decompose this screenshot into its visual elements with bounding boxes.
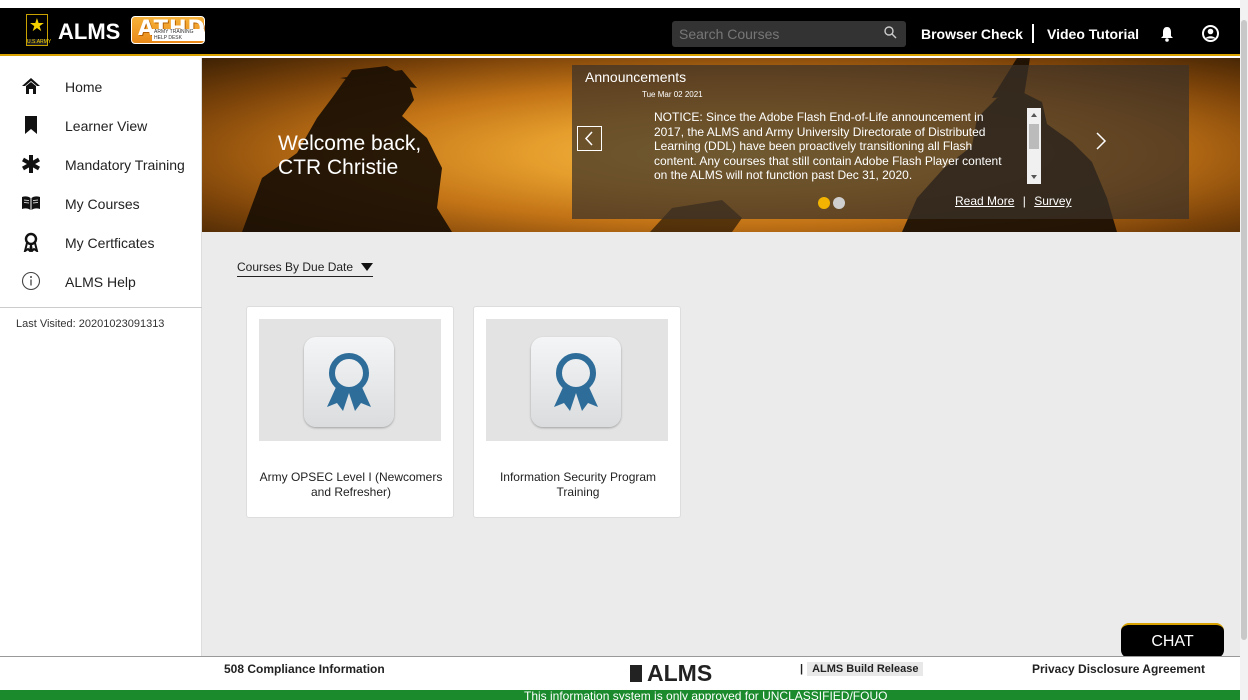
- course-title[interactable]: Army OPSEC Level I (Newcomers and Refres…: [255, 470, 447, 500]
- sidebar-item-learner-view[interactable]: Learner View: [0, 107, 202, 143]
- video-tutorial-link[interactable]: Video Tutorial: [1047, 26, 1139, 42]
- read-more-link[interactable]: Read More: [955, 194, 1014, 208]
- sidebar-divider: [0, 307, 202, 308]
- course-thumbnail: [486, 319, 668, 441]
- asterisk-icon: [21, 154, 41, 174]
- announcements-title: Announcements: [585, 69, 687, 85]
- compliance-link[interactable]: 508 Compliance Information: [224, 662, 385, 676]
- prev-announcement-button[interactable]: [577, 126, 602, 151]
- certificate-ribbon-icon: [304, 337, 394, 427]
- footer-logo-text: ALMS: [647, 660, 713, 686]
- star-icon: ★: [28, 15, 46, 35]
- certificate-ribbon-icon: [531, 337, 621, 427]
- bookmark-icon: [21, 115, 41, 135]
- scroll-up-icon[interactable]: [1027, 110, 1041, 120]
- app-title[interactable]: ALMS: [58, 19, 120, 45]
- athd-logo[interactable]: ATHD ARMY TRAINING HELP DESK: [131, 16, 205, 44]
- army-star-icon: [630, 665, 642, 682]
- page-scrollbar[interactable]: [1240, 0, 1248, 700]
- user-account-icon[interactable]: [1202, 25, 1219, 47]
- classification-banner: This information system is only approved…: [0, 690, 1240, 700]
- header-divider: [1032, 24, 1034, 43]
- announcement-date: Tue Mar 02 2021: [642, 90, 703, 99]
- athd-logo-subtitle: ARMY TRAINING HELP DESK: [152, 29, 204, 41]
- sidebar-item-label: Mandatory Training: [65, 157, 185, 173]
- announcement-links: Read More | Survey: [955, 194, 1072, 208]
- survey-link[interactable]: Survey: [1034, 194, 1071, 208]
- sidebar: Home Learner View Mandatory Training My …: [0, 58, 202, 656]
- sidebar-item-my-certificates[interactable]: My Certficates: [0, 224, 202, 260]
- search-icon[interactable]: [884, 26, 897, 44]
- sidebar-item-home[interactable]: Home: [0, 68, 202, 104]
- last-visited-text: Last Visited: 20201023091313: [16, 318, 165, 330]
- info-icon: [21, 271, 41, 291]
- browser-check-link[interactable]: Browser Check: [921, 26, 1023, 42]
- carousel-dot[interactable]: [833, 197, 845, 209]
- caret-down-icon: [361, 263, 374, 271]
- sort-dropdown[interactable]: Courses By Due Date: [237, 260, 374, 277]
- classification-text: This information system is only approved…: [524, 690, 888, 700]
- search-input[interactable]: [679, 21, 879, 47]
- privacy-link[interactable]: Privacy Disclosure Agreement: [1032, 662, 1205, 676]
- course-title[interactable]: Information Security Program Training: [482, 470, 674, 500]
- footer-logo: ALMS: [630, 660, 712, 687]
- sidebar-item-my-courses[interactable]: My Courses: [0, 185, 202, 221]
- course-card[interactable]: Information Security Program Training: [473, 306, 681, 518]
- scroll-thumb[interactable]: [1029, 124, 1039, 149]
- footer: 508 Compliance Information ALMS | ALMS Bu…: [0, 656, 1248, 690]
- announcement-scrollbar[interactable]: [1027, 108, 1041, 184]
- user-name: CTR Christie: [278, 156, 399, 179]
- search-box: [672, 21, 906, 47]
- chat-button[interactable]: CHAT: [1121, 623, 1224, 658]
- open-book-icon: [21, 193, 41, 213]
- scroll-down-icon[interactable]: [1027, 172, 1041, 182]
- carousel-dot-active[interactable]: [818, 197, 830, 209]
- chevron-left-icon: [584, 131, 593, 146]
- announcement-text: NOTICE: Since the Adobe Flash End-of-Lif…: [654, 110, 1002, 182]
- army-logo-text: U.S.ARMY: [27, 39, 52, 45]
- build-separator: |: [800, 663, 804, 675]
- sidebar-item-label: ALMS Help: [65, 274, 136, 290]
- build-release-label[interactable]: ALMS Build Release: [807, 662, 924, 676]
- chevron-right-icon: [1096, 132, 1107, 150]
- main-content: Welcome back, CTR Christie Announcements…: [202, 58, 1242, 656]
- army-star-logo[interactable]: ★ U.S.ARMY: [26, 14, 52, 46]
- page-scroll-thumb[interactable]: [1241, 20, 1247, 640]
- sidebar-item-mandatory-training[interactable]: Mandatory Training: [0, 146, 202, 182]
- page-top-margin: [0, 0, 1248, 8]
- sidebar-item-label: My Certficates: [65, 235, 155, 251]
- sort-dropdown-label: Courses By Due Date: [237, 260, 354, 274]
- sidebar-item-label: Home: [65, 79, 103, 95]
- sidebar-item-label: Learner View: [65, 118, 148, 134]
- next-announcement-button[interactable]: [1094, 130, 1108, 157]
- link-separator: |: [1022, 194, 1026, 208]
- carousel-dots: [818, 196, 848, 214]
- home-icon: [21, 76, 41, 96]
- welcome-message: Welcome back, CTR Christie: [278, 132, 421, 180]
- course-thumbnail: [259, 319, 441, 441]
- build-release: | ALMS Build Release: [800, 662, 924, 676]
- sidebar-item-alms-help[interactable]: ALMS Help: [0, 263, 202, 299]
- course-card[interactable]: Army OPSEC Level I (Newcomers and Refres…: [246, 306, 454, 518]
- welcome-line-1: Welcome back,: [278, 132, 422, 155]
- sidebar-item-label: My Courses: [65, 196, 140, 212]
- hero-banner: Welcome back, CTR Christie Announcements…: [202, 58, 1242, 232]
- announcements-panel: Announcements Tue Mar 02 2021 NOTICE: Si…: [572, 65, 1189, 219]
- top-navbar: ★ U.S.ARMY ALMS ATHD ARMY TRAINING HELP …: [0, 8, 1240, 56]
- ribbon-icon: [21, 232, 41, 254]
- bell-icon[interactable]: [1160, 26, 1174, 47]
